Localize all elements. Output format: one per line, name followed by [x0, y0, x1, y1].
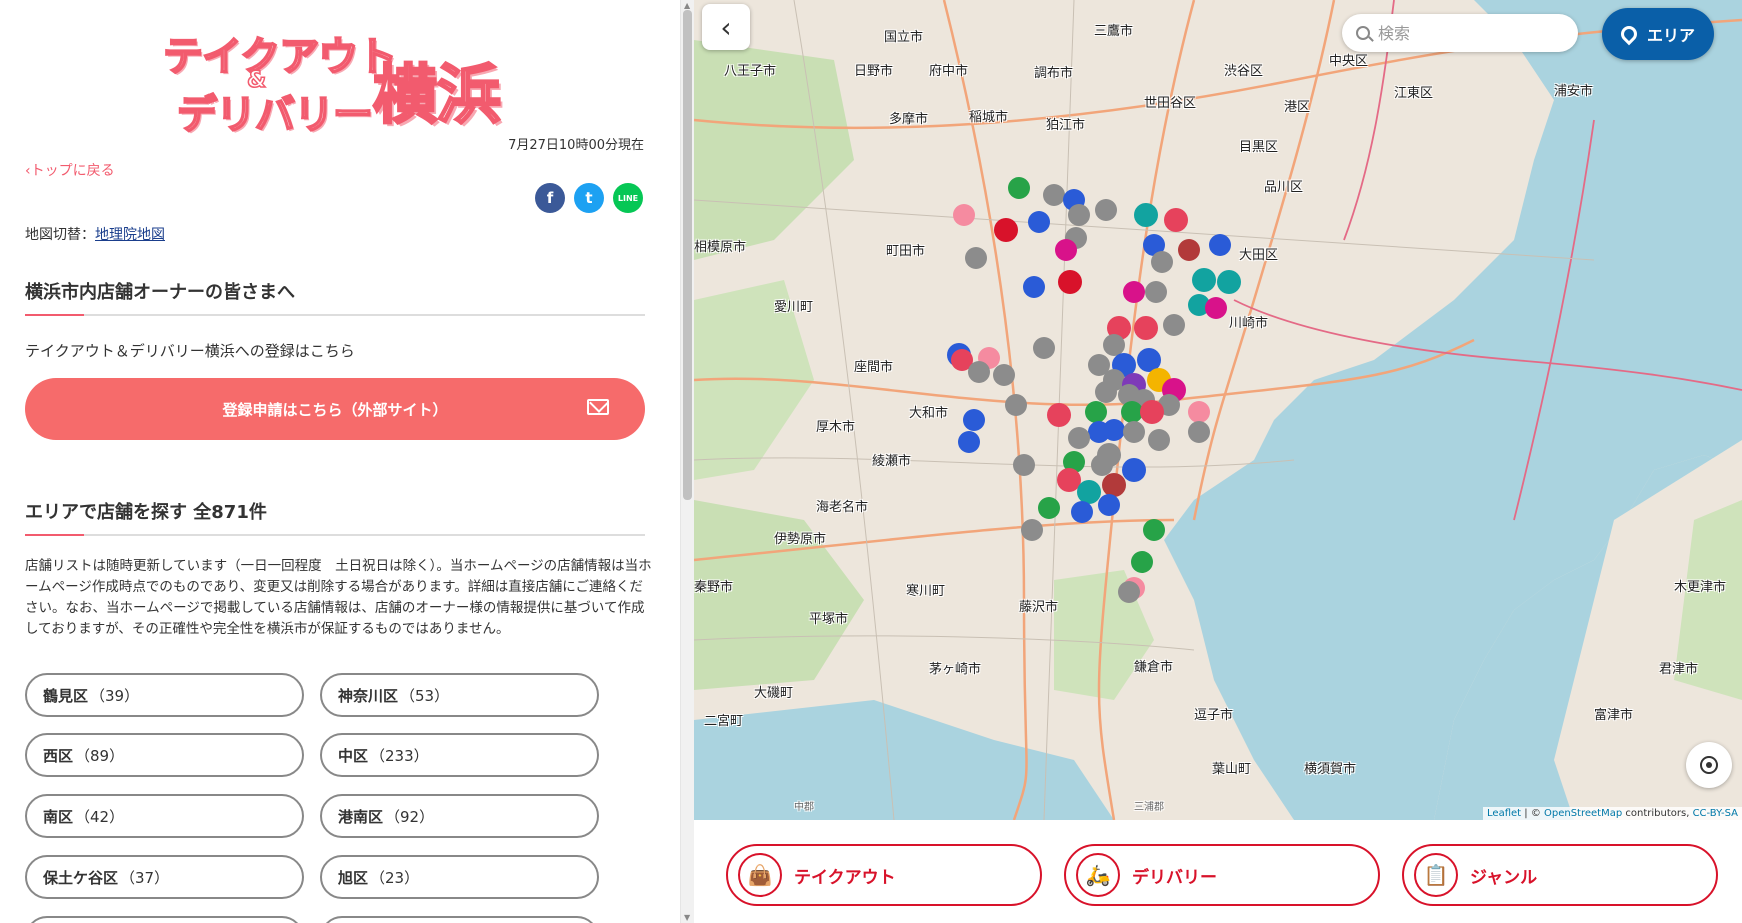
map-label: 渋谷区: [1224, 64, 1264, 79]
area-button-naka[interactable]: 中区 （233）: [320, 733, 599, 777]
map-label: 大磯町: [754, 686, 794, 701]
map-label: 多摩市: [889, 112, 929, 127]
scroll-up-icon[interactable]: ▲: [684, 1, 690, 10]
map-label: 世田谷区: [1144, 96, 1197, 111]
map-label: 君津市: [1659, 662, 1699, 677]
takeout-bag-icon: 👜: [738, 853, 782, 897]
search-input[interactable]: [1378, 23, 1548, 43]
map-label: 海老名市: [816, 500, 869, 515]
back-to-top-link[interactable]: ‹トップに戻る: [25, 160, 115, 180]
panel-toggle-button[interactable]: ‹: [702, 4, 750, 50]
register-button[interactable]: 登録申請はこちら（外部サイト）: [25, 378, 645, 440]
license-link[interactable]: CC-BY-SA: [1693, 808, 1738, 819]
area-button-hodogaya[interactable]: 保土ケ谷区 （37）: [25, 855, 304, 899]
osm-link[interactable]: OpenStreetMap: [1544, 808, 1622, 819]
map-label: 港区: [1284, 100, 1311, 115]
map-label: 鎌倉市: [1134, 660, 1174, 675]
map-label: 中郡: [794, 802, 814, 813]
map-search-box[interactable]: [1342, 14, 1578, 52]
left-panel-scrollbar[interactable]: ▲ ▼: [680, 0, 694, 923]
area-button-asahi[interactable]: 旭区 （23）: [320, 855, 599, 899]
chevron-left-icon: ‹: [720, 10, 732, 44]
crosshair-icon: [1700, 756, 1718, 774]
area-button-tsurumi[interactable]: 鶴見区 （39）: [25, 673, 304, 717]
logo-city: 横浜: [372, 58, 503, 135]
map-label: 木更津市: [1674, 580, 1727, 595]
map-label: 三浦郡: [1134, 802, 1164, 813]
search-icon: [1356, 26, 1370, 40]
map-label: 葉山町: [1212, 762, 1252, 777]
area-button-next-2[interactable]: [320, 916, 599, 923]
locate-me-button[interactable]: [1686, 742, 1732, 788]
map-switch: 地図切替：地理院地図: [25, 227, 165, 243]
scrollbar-thumb[interactable]: [683, 10, 692, 500]
owner-heading: 横浜市内店舗オーナーの皆さまへ: [25, 278, 645, 316]
map-tiles[interactable]: [694, 0, 1742, 820]
map-label: 綾瀬市: [872, 454, 912, 469]
owner-text: テイクアウト＆デリバリー横浜への登録はこちら: [25, 342, 355, 360]
notice-text: 店舗リストは随時更新しています（一日一回程度 土日祝日は除く）。当ホームページの…: [25, 558, 652, 637]
area-button-nishi[interactable]: 西区 （89）: [25, 733, 304, 777]
area-button-next[interactable]: [25, 916, 304, 923]
map-label: 三鷹市: [1094, 24, 1134, 39]
map-label: 伊勢原市: [774, 532, 827, 547]
site-logo[interactable]: テイクアウト & デリバリー 横浜: [155, 18, 535, 139]
delivery-scooter-icon: 🛵: [1076, 853, 1120, 897]
takeout-button[interactable]: 👜 テイクアウト: [726, 844, 1042, 906]
map-label: 厚木市: [816, 420, 856, 435]
map-label: 藤沢市: [1019, 600, 1059, 615]
update-time: 7月27日10時00分現在: [508, 138, 644, 153]
map-label: 日野市: [854, 64, 894, 79]
map-label: 愛川町: [774, 300, 814, 315]
map-label: 八王子市: [724, 64, 777, 79]
map-label: 江東区: [1394, 86, 1434, 101]
category-bar: 👜 テイクアウト 🛵 デリバリー 📋 ジャンル: [694, 820, 1742, 923]
map-label: 平塚市: [809, 612, 849, 627]
map-label: 座間市: [854, 360, 894, 375]
map-label: 秦野市: [694, 580, 734, 595]
area-button-konan[interactable]: 港南区 （92）: [320, 794, 599, 838]
facebook-share-icon[interactable]: f: [535, 183, 565, 213]
map-label: 相模原市: [694, 240, 747, 255]
map-view[interactable]: 三鷹市 国立市 八王子市 日野市 府中市 調布市 渋谷区 中央区 江東区 浦安市…: [694, 0, 1742, 820]
line-share-icon[interactable]: LINE: [613, 183, 643, 213]
mail-icon: [587, 399, 609, 415]
map-label: 逗子市: [1194, 708, 1234, 723]
map-label: 府中市: [929, 64, 969, 79]
map-label: 中央区: [1329, 54, 1369, 69]
scroll-down-icon[interactable]: ▼: [684, 913, 690, 922]
map-label: 目黒区: [1239, 140, 1279, 155]
map-label: 茅ヶ崎市: [929, 662, 982, 677]
logo-takeout: テイクアウト: [162, 33, 398, 81]
map-label: 稲城市: [969, 110, 1009, 125]
left-panel: テイクアウト & デリバリー 横浜 7月27日10時00分現在 ‹トップに戻る …: [0, 0, 680, 923]
map-attribution: Leaflet | © OpenStreetMap contributors, …: [1483, 807, 1742, 820]
delivery-button[interactable]: 🛵 デリバリー: [1064, 844, 1380, 906]
logo-delivery: デリバリー: [176, 91, 374, 139]
map-label: 品川区: [1264, 180, 1304, 195]
leaflet-link[interactable]: Leaflet: [1487, 808, 1521, 819]
map-label: 狛江市: [1046, 118, 1086, 133]
map-label: 寒川町: [906, 584, 946, 599]
area-map-button[interactable]: エリア: [1602, 8, 1714, 60]
map-label: 横須賀市: [1304, 762, 1357, 777]
map-switch-link[interactable]: 地理院地図: [95, 227, 165, 243]
twitter-share-icon[interactable]: t: [574, 183, 604, 213]
map-label: 町田市: [886, 244, 926, 259]
area-button-kanagawa[interactable]: 神奈川区 （53）: [320, 673, 599, 717]
map-label: 調布市: [1034, 66, 1074, 81]
map-label: 大田区: [1239, 248, 1279, 263]
map-label: 大和市: [909, 406, 949, 421]
map-label: 浦安市: [1554, 84, 1594, 99]
area-button-minami[interactable]: 南区 （42）: [25, 794, 304, 838]
genre-list-icon: 📋: [1414, 853, 1458, 897]
map-pin-icon: [1617, 22, 1641, 46]
genre-button[interactable]: 📋 ジャンル: [1402, 844, 1718, 906]
area-heading: エリアで店舗を探す 全871件: [25, 498, 645, 536]
map-label: 富津市: [1594, 708, 1634, 723]
map-label: 二宮町: [704, 714, 744, 729]
map-label: 国立市: [884, 30, 924, 45]
map-label: 川崎市: [1229, 316, 1269, 331]
